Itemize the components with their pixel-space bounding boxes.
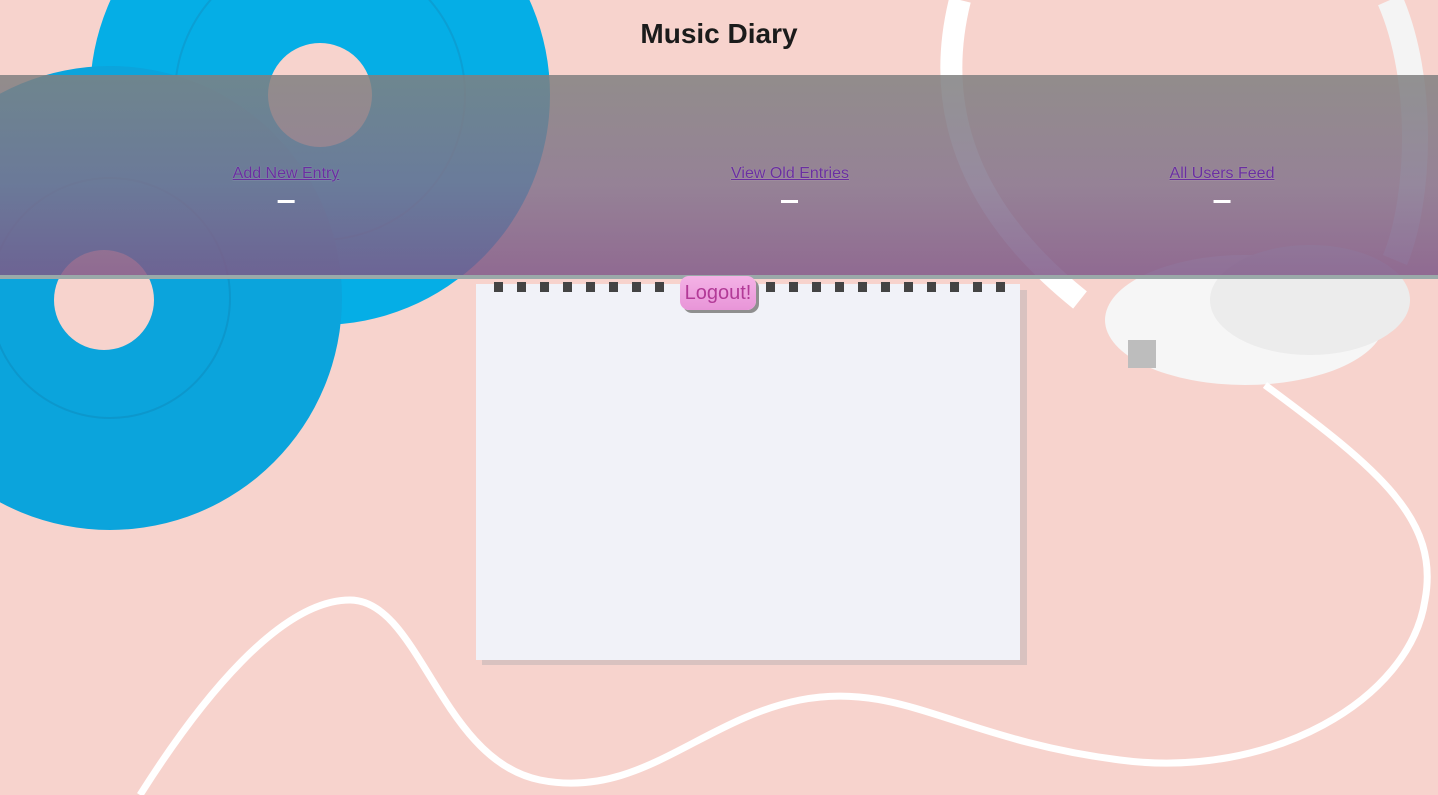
nav-item-add-new-entry: Add New Entry <box>233 165 340 203</box>
dash-icon <box>781 200 799 203</box>
nav-bar: Add New Entry View Old Entries All Users… <box>0 75 1438 279</box>
notepad-icon <box>476 282 1027 665</box>
view-old-entries-link[interactable]: View Old Entries <box>731 165 849 182</box>
page-title: Music Diary <box>640 18 798 49</box>
all-users-feed-link[interactable]: All Users Feed <box>1170 165 1275 182</box>
dash-icon <box>1213 200 1231 203</box>
nav-item-all-users-feed: All Users Feed <box>1170 165 1275 203</box>
logout-button[interactable]: Logout! <box>680 276 756 310</box>
nav-item-view-old-entries: View Old Entries <box>731 165 849 203</box>
dash-icon <box>277 200 295 203</box>
add-new-entry-link[interactable]: Add New Entry <box>233 165 340 182</box>
